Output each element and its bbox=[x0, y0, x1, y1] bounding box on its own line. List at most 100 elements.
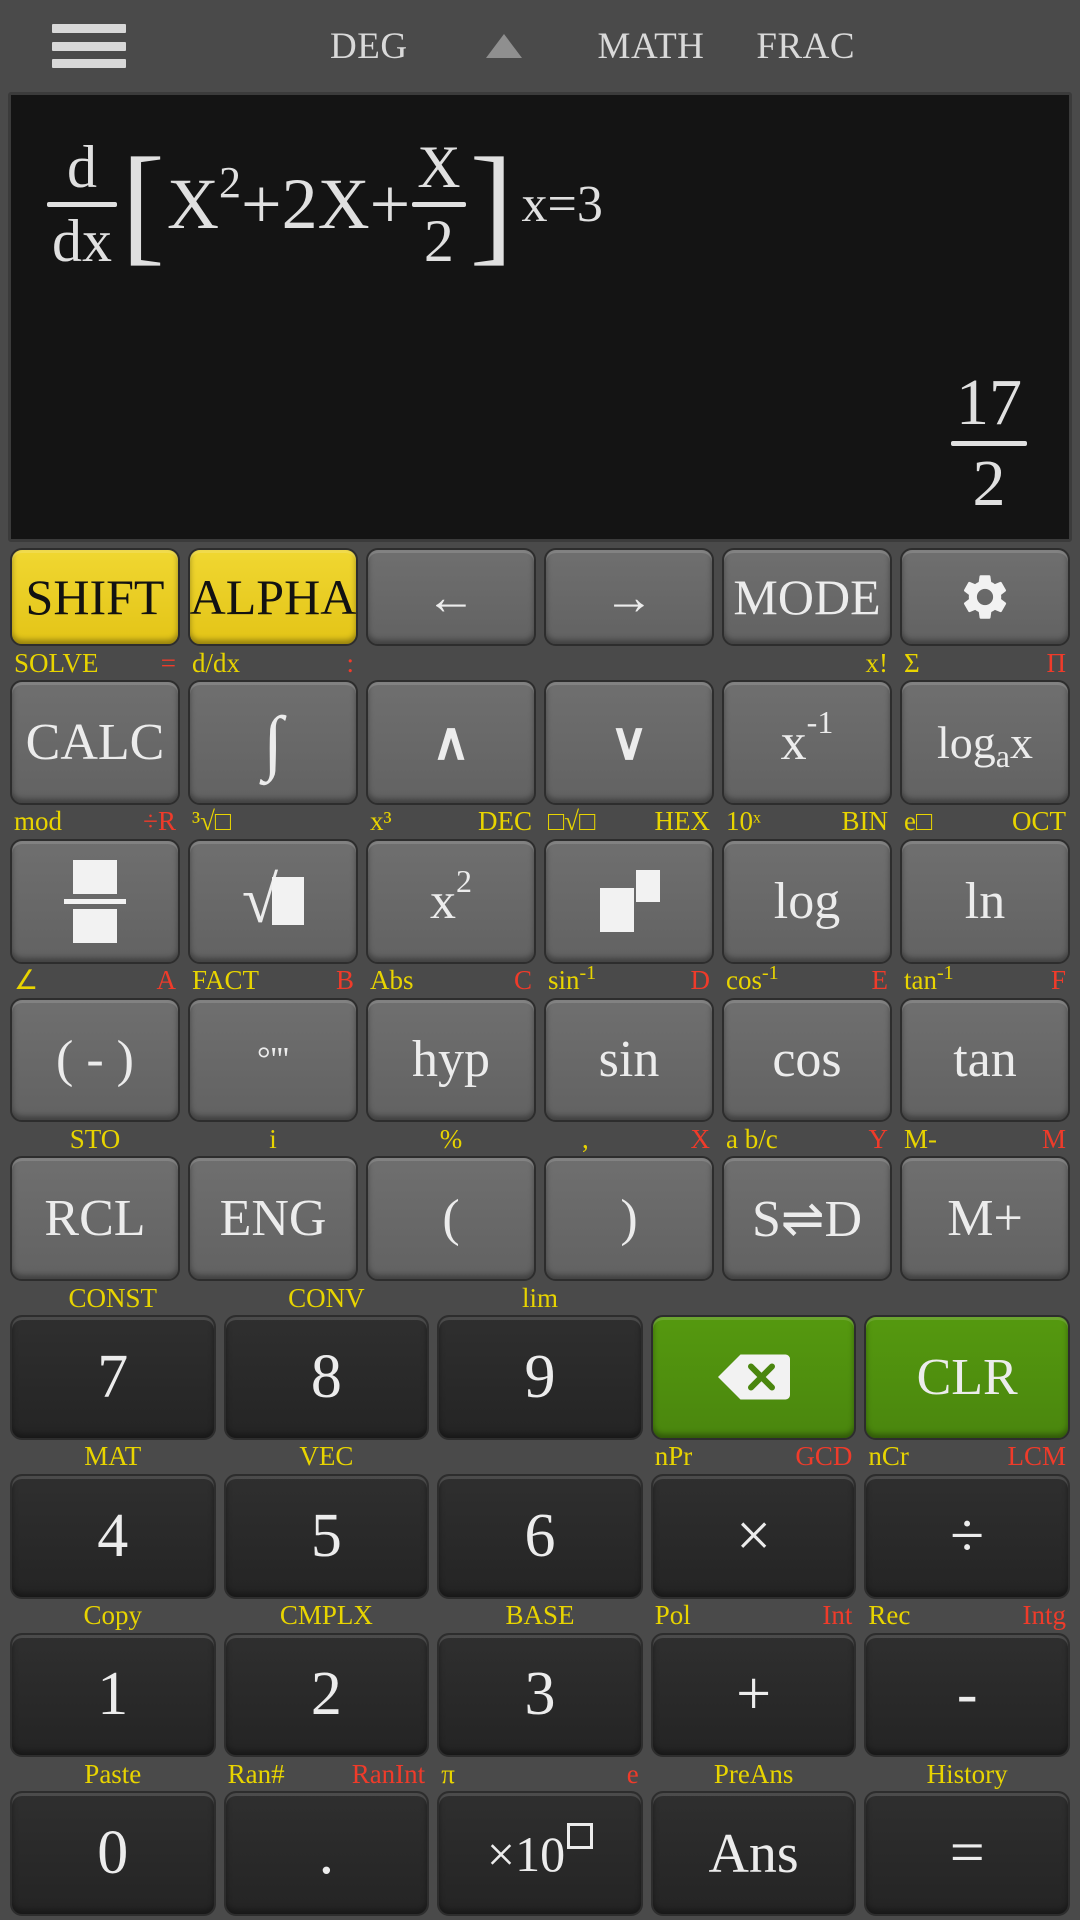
key-1[interactable]: 1 bbox=[10, 1632, 216, 1758]
shift-label-nthroot: □√□ bbox=[548, 806, 596, 837]
key-labels-plus: Pol Int bbox=[651, 1599, 857, 1633]
shift-label-cmplx: CMPLX bbox=[279, 1600, 373, 1630]
keypad: SHIFT ALPHA ← → MODE SOLVE = CALC d/dx:… bbox=[0, 542, 1080, 1920]
key-sqrt[interactable]: √ bbox=[188, 838, 358, 964]
key-arrow-left[interactable]: ← bbox=[366, 548, 536, 646]
shift-label-sigma: Σ bbox=[904, 647, 920, 678]
key-hyp[interactable]: hyp bbox=[366, 997, 536, 1123]
key-mode[interactable]: MODE bbox=[722, 548, 892, 646]
key-multiply[interactable]: × bbox=[650, 1473, 857, 1599]
hamburger-menu-icon[interactable] bbox=[52, 18, 126, 74]
key-sd-toggle[interactable]: S⇌D bbox=[722, 1156, 892, 1281]
key-cell-backspace bbox=[647, 1281, 861, 1440]
key-power[interactable] bbox=[544, 838, 714, 964]
key-cos[interactable]: cos bbox=[722, 997, 892, 1123]
key-calc[interactable]: CALC bbox=[10, 680, 180, 805]
key-cell-tan: tan-1 F tan bbox=[896, 962, 1074, 1123]
key-cell-reciprocal: x! x -1 bbox=[718, 646, 896, 805]
plus-sign-2: + bbox=[369, 164, 411, 245]
key-exponent[interactable]: ×10 bbox=[437, 1791, 643, 1916]
key-rcl[interactable]: RCL bbox=[10, 1156, 180, 1281]
key-settings[interactable] bbox=[900, 548, 1070, 646]
key-integral[interactable]: ∫ bbox=[188, 680, 358, 805]
key-0[interactable]: 0 bbox=[10, 1791, 216, 1916]
key-cell-minus: Rec Intg - bbox=[860, 1599, 1074, 1758]
alpha-label-euler: e bbox=[626, 1758, 639, 1789]
key-equals[interactable]: = bbox=[864, 1791, 1070, 1916]
key-ans[interactable]: Ans bbox=[650, 1791, 857, 1916]
key-alpha[interactable]: ALPHA bbox=[188, 548, 358, 646]
alpha-label-oct: OCT bbox=[1012, 806, 1066, 837]
key-memory-plus[interactable]: M+ bbox=[900, 1156, 1070, 1281]
key-backspace[interactable] bbox=[650, 1315, 857, 1440]
open-bracket: [ bbox=[121, 130, 165, 278]
key-ln[interactable]: ln bbox=[900, 838, 1070, 964]
keypad-row-9: Paste 0 Ran# RanInt . π e ×10 PreAns Ans… bbox=[6, 1757, 1074, 1916]
key-4[interactable]: 4 bbox=[10, 1473, 216, 1599]
alpha-label-dec: DEC bbox=[478, 806, 532, 837]
key-reciprocal[interactable]: x -1 bbox=[722, 680, 892, 805]
key-fraction[interactable] bbox=[10, 838, 180, 964]
key-cell-rcl: STO RCL bbox=[6, 1122, 184, 1281]
key-square[interactable]: x2 bbox=[366, 838, 536, 964]
key-cell-2: CMPLX 2 bbox=[220, 1599, 434, 1758]
key-minus[interactable]: - bbox=[864, 1632, 1070, 1758]
alpha-label-a: A bbox=[156, 965, 177, 995]
key-7[interactable]: 7 bbox=[10, 1315, 216, 1440]
key-5[interactable]: 5 bbox=[223, 1473, 430, 1599]
key-labels-0: Paste bbox=[10, 1757, 216, 1791]
key-tan[interactable]: tan bbox=[900, 997, 1070, 1123]
alpha-label-int: Int bbox=[822, 1600, 853, 1630]
triangle-up-icon bbox=[485, 34, 522, 58]
key-eng[interactable]: ENG bbox=[188, 1156, 358, 1281]
key-labels-clear bbox=[864, 1281, 1070, 1315]
key-cell-alpha: ALPHA bbox=[184, 548, 362, 646]
key-cursor-down[interactable]: ∨ bbox=[544, 680, 714, 805]
key-dms[interactable]: °''' bbox=[188, 997, 358, 1123]
key-negate[interactable]: ( - ) bbox=[10, 997, 180, 1123]
alpha-label-equals: = bbox=[160, 647, 176, 678]
key-labels-8: CONV bbox=[224, 1281, 430, 1315]
term1-exponent: 2 bbox=[218, 157, 241, 207]
display-result: 17 2 bbox=[949, 369, 1029, 517]
shift-label-ncr: nCr bbox=[868, 1441, 909, 1472]
shift-label-rec: Rec bbox=[868, 1600, 911, 1630]
key-cell-open-paren: % ( bbox=[362, 1122, 540, 1281]
shift-label-history: History bbox=[926, 1758, 1008, 1789]
key-decimal[interactable]: . bbox=[223, 1791, 430, 1916]
keypad-row-3: mod ÷R ³√□ √ x³ DEC x 2 □√□ HEX 10ˣ BIN … bbox=[6, 805, 1074, 964]
key-9[interactable]: 9 bbox=[437, 1315, 643, 1440]
term1-base: X bbox=[166, 164, 219, 245]
key-cell-fraction: mod ÷R bbox=[6, 805, 184, 964]
key-log-base-a[interactable]: log a x bbox=[900, 680, 1070, 805]
alpha-label-divr: ÷R bbox=[143, 806, 176, 837]
calculator-display[interactable]: d dx [ X2 + 2X + X 2 ] x=3 17 2 bbox=[8, 92, 1072, 542]
key-log[interactable]: log bbox=[722, 838, 892, 964]
key-close-paren[interactable]: ) bbox=[544, 1156, 714, 1281]
key-labels-down bbox=[544, 646, 714, 680]
key-divide[interactable]: ÷ bbox=[864, 1473, 1070, 1599]
shift-label-mat: MAT bbox=[84, 1441, 142, 1472]
key-sin[interactable]: sin bbox=[544, 997, 714, 1123]
key-cell-0: Paste 0 bbox=[6, 1757, 220, 1916]
key-labels-eng: i bbox=[188, 1122, 358, 1156]
key-6[interactable]: 6 bbox=[437, 1473, 643, 1599]
derivative-operator: d dx bbox=[47, 136, 117, 272]
result-numerator: 17 bbox=[956, 366, 1022, 440]
key-open-paren[interactable]: ( bbox=[366, 1156, 536, 1281]
key-clear[interactable]: CLR bbox=[864, 1315, 1070, 1440]
key-cell-7: CONST 7 bbox=[6, 1281, 220, 1440]
key-shift[interactable]: SHIFT bbox=[10, 548, 180, 646]
key-plus[interactable]: + bbox=[650, 1632, 857, 1758]
key-cell-decimal: Ran# RanInt . bbox=[220, 1757, 434, 1916]
key-2[interactable]: 2 bbox=[223, 1632, 430, 1758]
key-labels-9: lim bbox=[437, 1281, 643, 1315]
key-cursor-up[interactable]: ∧ bbox=[366, 680, 536, 805]
shift-label-copy: Copy bbox=[83, 1600, 143, 1630]
key-cell-divide: nCr LCM ÷ bbox=[860, 1440, 1074, 1599]
alpha-label-d: D bbox=[690, 965, 711, 995]
key-3[interactable]: 3 bbox=[437, 1632, 643, 1758]
key-arrow-right[interactable]: → bbox=[544, 548, 714, 646]
shift-label-atan: tan-1 bbox=[904, 962, 954, 995]
key-8[interactable]: 8 bbox=[223, 1315, 430, 1440]
